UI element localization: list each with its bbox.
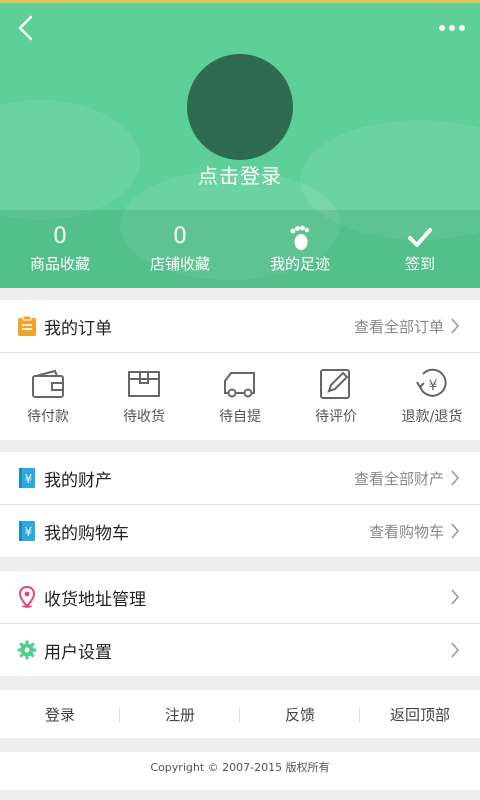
chevron-right-icon bbox=[451, 318, 460, 334]
truck-icon bbox=[222, 366, 258, 402]
order-status-bar: 待付款 待收货 待自提 待评价 ¥ 退款/退货 bbox=[0, 353, 480, 439]
orders-section: 我的订单 查看全部订单 待付款 待收货 待自提 待评价 ¥ 退款/退货 bbox=[0, 300, 480, 440]
address-chevron[interactable] bbox=[444, 571, 460, 623]
wallet-icon bbox=[31, 366, 65, 402]
view-all-orders-link[interactable]: 查看全部订单 bbox=[354, 300, 460, 352]
stat-value: 0 bbox=[53, 223, 67, 249]
footer-link-label: 反馈 bbox=[284, 705, 315, 724]
settings-chevron[interactable] bbox=[444, 624, 460, 676]
address-title: 收货地址管理 bbox=[44, 589, 146, 610]
assets-title: 我的财产 bbox=[44, 470, 112, 491]
login-prompt[interactable]: 点击登录 bbox=[0, 160, 480, 189]
view-cart-link[interactable]: 查看购物车 bbox=[369, 505, 460, 557]
stat-product-favorites[interactable]: 0 商品收藏 bbox=[0, 210, 120, 288]
refund-icon: ¥ bbox=[415, 366, 449, 402]
cart-row[interactable]: ¥ 我的购物车 查看购物车 bbox=[0, 505, 480, 557]
stat-shop-favorites[interactable]: 0 店铺收藏 bbox=[120, 210, 240, 288]
settings-title: 用户设置 bbox=[44, 642, 112, 663]
money-book-icon: ¥ bbox=[16, 467, 38, 489]
gear-icon bbox=[16, 639, 38, 661]
copyright-text: Copyright © 2007-2015 版权所有 bbox=[0, 752, 480, 790]
order-pending-review[interactable]: 待评价 bbox=[288, 353, 384, 439]
address-row[interactable]: 收货地址管理 bbox=[0, 571, 480, 623]
order-refund-return[interactable]: ¥ 退款/退货 bbox=[384, 353, 480, 439]
order-status-label: 待收货 bbox=[123, 409, 165, 425]
footer-back-to-top-link[interactable]: 返回顶部 bbox=[360, 704, 480, 725]
cart-title: 我的购物车 bbox=[44, 523, 129, 544]
back-arrow-icon bbox=[18, 15, 33, 41]
footer-login-link[interactable]: 登录 bbox=[0, 704, 120, 725]
location-pin-icon bbox=[16, 586, 38, 608]
more-dots-icon bbox=[439, 25, 445, 31]
more-dots-icon bbox=[449, 25, 455, 31]
stat-value: 0 bbox=[173, 223, 187, 249]
footer-link-label: 注册 bbox=[164, 705, 195, 724]
more-menu-button[interactable] bbox=[432, 10, 472, 46]
profile-header: 点击登录 0 商品收藏 0 店铺收藏 我的足迹 签到 bbox=[0, 0, 480, 288]
pen-icon bbox=[319, 366, 353, 402]
orders-title: 我的订单 bbox=[44, 318, 112, 339]
chevron-right-icon bbox=[451, 470, 460, 486]
order-status-label: 待自提 bbox=[219, 409, 261, 425]
order-pending-payment[interactable]: 待付款 bbox=[0, 353, 96, 439]
order-status-label: 退款/退货 bbox=[401, 409, 463, 425]
more-dots-icon bbox=[459, 25, 465, 31]
stat-footprints[interactable]: 我的足迹 bbox=[240, 210, 360, 288]
view-cart-label: 查看购物车 bbox=[368, 522, 444, 541]
assets-section: ¥ 我的财产 查看全部财产 ¥ 我的购物车 查看购物车 bbox=[0, 452, 480, 557]
stat-label: 商品收藏 bbox=[29, 254, 90, 273]
footer-register-link[interactable]: 注册 bbox=[120, 704, 240, 725]
avatar[interactable] bbox=[187, 54, 293, 160]
orders-row[interactable]: 我的订单 查看全部订单 bbox=[0, 300, 480, 352]
box-icon bbox=[127, 366, 161, 402]
clipboard-icon bbox=[16, 315, 38, 337]
order-status-label: 待评价 bbox=[315, 409, 357, 425]
assets-row[interactable]: ¥ 我的财产 查看全部财产 bbox=[0, 452, 480, 504]
stat-label: 店铺收藏 bbox=[149, 254, 210, 273]
money-book-icon: ¥ bbox=[16, 520, 38, 542]
view-all-orders-label: 查看全部订单 bbox=[353, 317, 444, 336]
stats-bar: 0 商品收藏 0 店铺收藏 我的足迹 签到 bbox=[0, 210, 480, 288]
chevron-right-icon bbox=[451, 642, 460, 658]
chevron-right-icon bbox=[451, 523, 460, 539]
footprint-icon bbox=[289, 225, 311, 251]
stat-label: 签到 bbox=[404, 254, 435, 273]
footer-feedback-link[interactable]: 反馈 bbox=[240, 704, 360, 725]
footer-links: 登录 注册 反馈 返回顶部 bbox=[0, 690, 480, 738]
view-all-assets-link[interactable]: 查看全部财产 bbox=[354, 452, 460, 504]
stat-label: 我的足迹 bbox=[269, 254, 330, 273]
checkmark-icon bbox=[408, 225, 432, 251]
svg-text:¥: ¥ bbox=[25, 525, 33, 539]
order-status-label: 待付款 bbox=[27, 409, 69, 425]
order-pending-pickup[interactable]: 待自提 bbox=[192, 353, 288, 439]
svg-text:¥: ¥ bbox=[25, 472, 33, 486]
settings-row[interactable]: 用户设置 bbox=[0, 624, 480, 676]
footer-link-label: 登录 bbox=[44, 705, 75, 724]
svg-text:¥: ¥ bbox=[429, 378, 438, 394]
footer-link-label: 返回顶部 bbox=[389, 705, 450, 724]
view-all-assets-label: 查看全部财产 bbox=[353, 469, 444, 488]
chevron-right-icon bbox=[451, 589, 460, 605]
order-pending-receipt[interactable]: 待收货 bbox=[96, 353, 192, 439]
account-section: 收货地址管理 用户设置 bbox=[0, 571, 480, 676]
header-top-stripe bbox=[0, 0, 480, 3]
back-button[interactable] bbox=[8, 10, 44, 46]
stat-check-in[interactable]: 签到 bbox=[360, 210, 480, 288]
